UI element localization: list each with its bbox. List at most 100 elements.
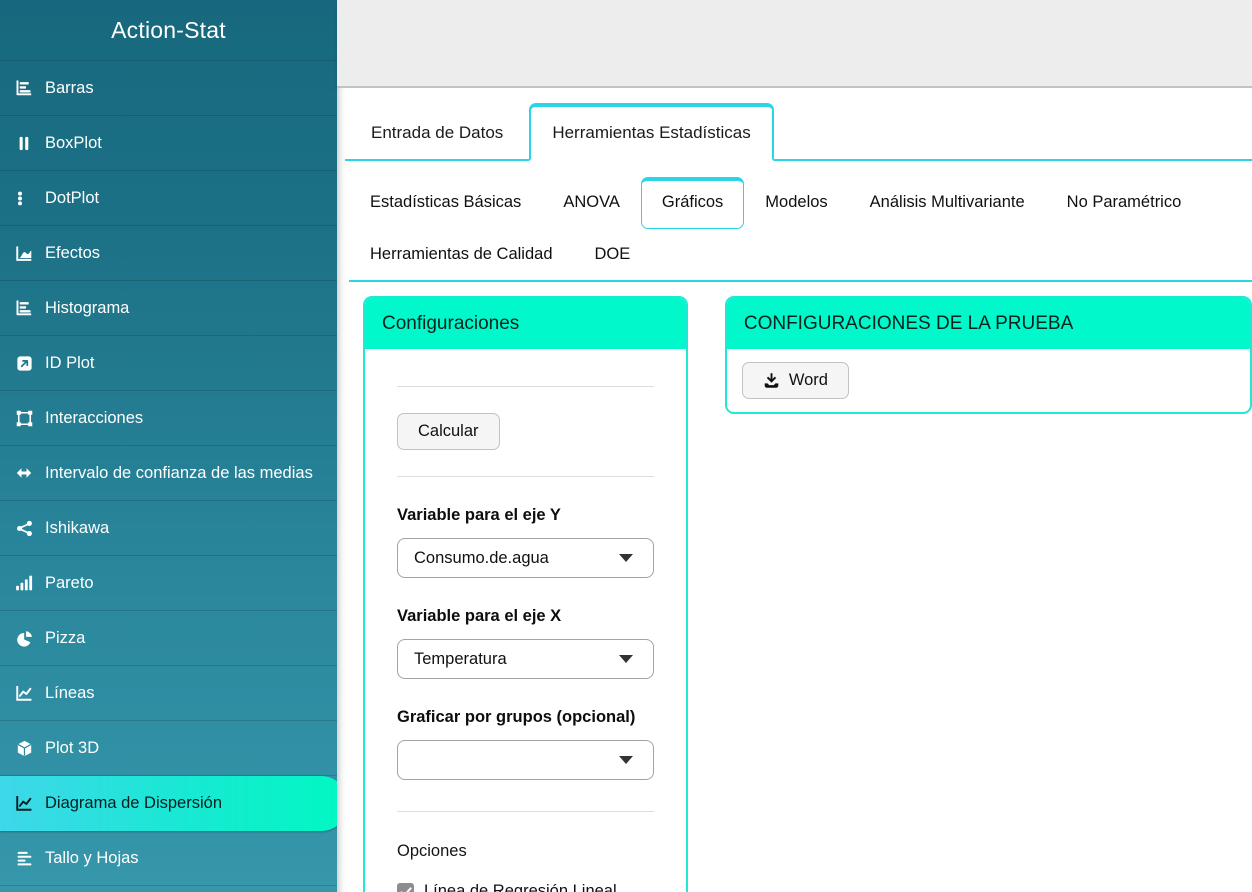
regression-checkbox-row[interactable]: Línea de Regresión Lineal bbox=[397, 882, 654, 892]
download-icon bbox=[763, 372, 780, 389]
y-variable-label: Variable para el eje Y bbox=[397, 506, 561, 524]
subtab-label: ANOVA bbox=[563, 193, 620, 211]
sidebar-item-ishikawa[interactable]: Ishikawa bbox=[0, 501, 337, 556]
subtabbar: Estadísticas Básicas ANOVA Gráficos Mode… bbox=[349, 177, 1252, 282]
sidebar-item-pareto[interactable]: Pareto bbox=[0, 556, 337, 611]
sidebar-item-label: ID Plot bbox=[45, 353, 95, 372]
sidebar-item-label: Diagrama de Dispersión bbox=[45, 793, 222, 812]
tab-herramientas-estadisticas[interactable]: Herramientas Estadísticas bbox=[529, 103, 774, 161]
sidebar-item-interacciones[interactable]: Interacciones bbox=[0, 391, 337, 446]
sidebar-item-barras[interactable]: Barras bbox=[0, 61, 337, 116]
config-panel-body: Calcular Variable para el eje Y Consumo.… bbox=[365, 386, 686, 892]
select-value: Temperatura bbox=[414, 649, 507, 668]
sidebar-item-label: Interacciones bbox=[45, 408, 144, 427]
sidebar-item-label: Pizza bbox=[45, 628, 86, 647]
word-download-button[interactable]: Word bbox=[741, 362, 849, 399]
sidebar-item-label: BoxPlot bbox=[45, 133, 102, 152]
pie-chart-icon bbox=[14, 629, 34, 647]
group-variable-select[interactable] bbox=[397, 740, 654, 780]
sidebar-nav: Barras BoxPlot DotPlot Efectos Histogram… bbox=[0, 60, 337, 886]
x-variable-label: Variable para el eje X bbox=[397, 607, 562, 625]
sidebar: Action-Stat Barras BoxPlot DotPlot Efect… bbox=[0, 0, 337, 892]
sidebar-item-label: Tallo y Hojas bbox=[45, 848, 139, 867]
subtab-no-parametrico[interactable]: No Paramétrico bbox=[1046, 177, 1203, 229]
sidebar-item-dotplot[interactable]: DotPlot bbox=[0, 171, 337, 226]
sidebar-item-label: Barras bbox=[45, 78, 94, 97]
signal-bars-icon bbox=[14, 574, 34, 592]
x-variable-select[interactable]: Temperatura bbox=[397, 639, 654, 679]
cube-icon bbox=[14, 739, 34, 757]
subtab-herramientas-de-calidad[interactable]: Herramientas de Calidad bbox=[349, 229, 574, 280]
stem-leaf-icon bbox=[14, 849, 34, 867]
main-area: Entrada de Datos Herramientas Estadístic… bbox=[337, 0, 1252, 892]
share-nodes-icon bbox=[14, 519, 34, 537]
results-panel: CONFIGURACIONES DE LA PRUEBA Word bbox=[724, 296, 1252, 414]
tab-label: Herramientas Estadísticas bbox=[552, 123, 751, 142]
tab-label: Entrada de Datos bbox=[371, 123, 504, 142]
sidebar-item-plot-3d[interactable]: Plot 3D bbox=[0, 721, 337, 776]
sidebar-item-efectos[interactable]: Efectos bbox=[0, 226, 337, 281]
app-title: Action-Stat bbox=[111, 16, 226, 43]
regression-checkbox[interactable] bbox=[397, 883, 414, 892]
options-label: Opciones bbox=[397, 842, 467, 860]
bar-chart-icon bbox=[14, 79, 34, 97]
subtab-modelos[interactable]: Modelos bbox=[744, 177, 848, 229]
results-panel-header: CONFIGURACIONES DE LA PRUEBA bbox=[726, 298, 1250, 349]
content-area: Entrada de Datos Herramientas Estadístic… bbox=[337, 88, 1252, 892]
subtab-label: No Paramétrico bbox=[1066, 193, 1182, 211]
sidebar-item-boxplot[interactable]: BoxPlot bbox=[0, 116, 337, 171]
main-tabbar: Entrada de Datos Herramientas Estadístic… bbox=[345, 103, 1252, 161]
calculate-button[interactable]: Calcular bbox=[397, 413, 500, 450]
line-chart-icon bbox=[14, 794, 34, 812]
subtab-label: Análisis Multivariante bbox=[869, 193, 1025, 211]
sidebar-item-label: Pareto bbox=[45, 573, 94, 592]
sidebar-item-label: Plot 3D bbox=[45, 738, 100, 757]
sidebar-item-lineas[interactable]: Líneas bbox=[0, 666, 337, 721]
subtab-row-2: Herramientas de Calidad DOE bbox=[349, 229, 1252, 280]
y-variable-select[interactable]: Consumo.de.agua bbox=[397, 538, 654, 578]
sidebar-item-label: Intervalo de confianza de las medias bbox=[45, 463, 313, 482]
config-panel-header: Configuraciones bbox=[365, 298, 686, 349]
sidebar-item-pizza[interactable]: Pizza bbox=[0, 611, 337, 666]
subtab-label: Modelos bbox=[765, 193, 828, 211]
sidebar-item-diagrama-dispersion[interactable]: Diagrama de Dispersión bbox=[0, 776, 337, 831]
vector-square-icon bbox=[14, 409, 34, 427]
divider bbox=[397, 476, 654, 477]
subtab-analisis-multivariante[interactable]: Análisis Multivariante bbox=[849, 177, 1046, 229]
sidebar-item-intervalo-confianza[interactable]: Intervalo de confianza de las medias bbox=[0, 446, 337, 501]
subtab-graficos[interactable]: Gráficos bbox=[640, 177, 745, 229]
word-button-label: Word bbox=[788, 371, 828, 389]
boxplot-icon bbox=[14, 134, 34, 152]
select-value: Consumo.de.agua bbox=[414, 548, 549, 567]
line-chart-icon bbox=[14, 684, 34, 702]
group-variable-label: Graficar por grupos (opcional) bbox=[397, 708, 636, 726]
chevron-down-icon bbox=[618, 756, 633, 764]
subtab-estadisticas-basicas[interactable]: Estadísticas Básicas bbox=[349, 177, 542, 229]
area-chart-icon bbox=[14, 244, 34, 262]
dotplot-icon bbox=[14, 189, 34, 207]
subtab-label: DOE bbox=[594, 245, 631, 263]
subtab-row-1: Estadísticas Básicas ANOVA Gráficos Mode… bbox=[349, 177, 1252, 229]
bar-chart-icon bbox=[14, 299, 34, 317]
sidebar-item-label: Ishikawa bbox=[45, 518, 110, 537]
app-root: Action-Stat Barras BoxPlot DotPlot Efect… bbox=[0, 0, 1252, 892]
sidebar-item-label: Histograma bbox=[45, 298, 130, 317]
divider bbox=[397, 386, 654, 387]
external-link-icon bbox=[14, 354, 34, 372]
panels-region: Configuraciones Calcular Variable para e… bbox=[363, 296, 1252, 892]
sidebar-item-histograma[interactable]: Histograma bbox=[0, 281, 337, 336]
sidebar-item-id-plot[interactable]: ID Plot bbox=[0, 336, 337, 391]
results-panel-body: Word bbox=[727, 349, 1250, 412]
subtab-doe[interactable]: DOE bbox=[574, 229, 652, 280]
subtab-anova[interactable]: ANOVA bbox=[542, 177, 641, 229]
subtab-label: Herramientas de Calidad bbox=[370, 245, 553, 263]
sidebar-item-tallo-hojas[interactable]: Tallo y Hojas bbox=[0, 831, 337, 886]
sidebar-item-label: Líneas bbox=[45, 683, 95, 702]
tab-entrada-de-datos[interactable]: Entrada de Datos bbox=[345, 107, 530, 159]
chevron-down-icon bbox=[618, 554, 633, 562]
divider bbox=[397, 811, 654, 812]
subtab-label: Estadísticas Básicas bbox=[370, 193, 522, 211]
arrows-left-right-icon bbox=[14, 464, 34, 482]
top-strip bbox=[337, 0, 1252, 88]
chevron-down-icon bbox=[618, 655, 633, 663]
